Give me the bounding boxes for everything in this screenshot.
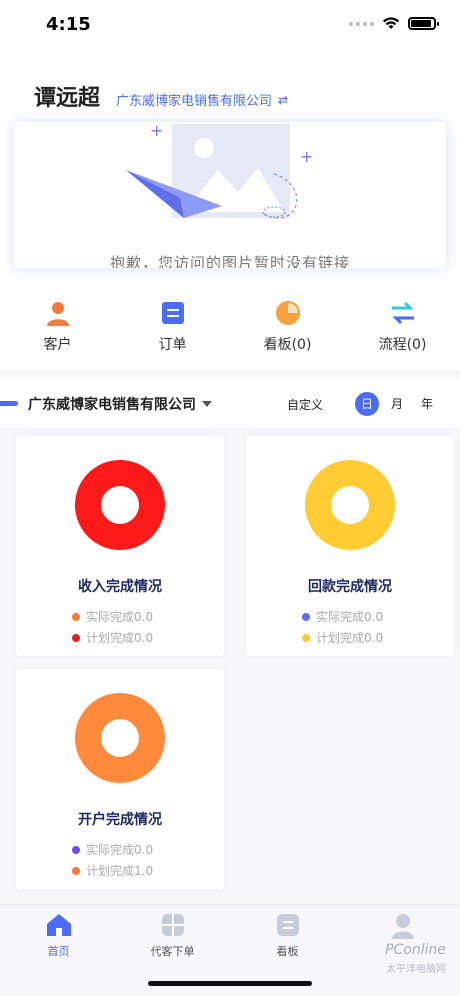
watermark-logo: PConline: [385, 942, 446, 958]
tab-label: 看板: [276, 945, 299, 958]
status-icons: [349, 17, 439, 30]
filter-bar: 广东威博家电销售有限公司 自定义 日 月 年: [0, 378, 460, 428]
svg-text:+: +: [300, 147, 313, 166]
header: 谭远超 广东威博家电销售有限公司 ⇄ + + 抱歉，您访问的图片暂时没有链接 客…: [0, 52, 460, 370]
payment-card[interactable]: 回款完成情况 实际完成0.0 计划完成0.0: [246, 436, 454, 656]
legend-dot: [72, 612, 80, 621]
payment-ring-chart: [305, 460, 395, 550]
home-icon: [46, 914, 71, 936]
quick-nav-label: 订单: [158, 337, 187, 353]
company-name: 广东威博家电销售有限公司: [116, 94, 273, 109]
legend-dot: [302, 633, 310, 642]
tab-place-order[interactable]: 代客下单: [115, 913, 230, 959]
legend-label: 实际完成0.0: [86, 843, 154, 857]
legend-plan: 计划完成0.0: [72, 629, 153, 646]
banner[interactable]: + + 抱歉，您访问的图片暂时没有链接: [14, 122, 446, 268]
company-dropdown[interactable]: 广东威博家电销售有限公司: [28, 394, 212, 414]
legend-label: 实际完成0.0: [316, 610, 384, 624]
range-month-button[interactable]: 月: [385, 392, 409, 416]
range-year-button[interactable]: 年: [415, 392, 439, 416]
account-opening-card[interactable]: 开户完成情况 实际完成0.0 计划完成1.0: [16, 669, 224, 889]
caret-down-icon: [202, 401, 212, 407]
company-dropdown-label: 广东威博家电销售有限公司: [28, 397, 196, 413]
legend-dot: [72, 866, 80, 875]
legend-plan: 计划完成1.0: [72, 862, 153, 879]
quick-nav-label: 流程(0): [378, 337, 427, 353]
quick-nav-label: 客户: [43, 337, 72, 353]
tab-profile[interactable]: [345, 913, 460, 945]
quick-nav-customer[interactable]: 客户: [0, 298, 115, 354]
banner-message: 抱歉，您访问的图片暂时没有链接: [109, 254, 350, 268]
legend-actual: 实际完成0.0: [72, 841, 153, 858]
signal-dots-icon: [349, 21, 374, 26]
card-title: 回款完成情况: [308, 579, 392, 595]
account-opening-ring-chart: [75, 693, 165, 783]
quick-nav: 客户 订单 看板(0) 流程(0): [0, 298, 460, 354]
home-indicator: [148, 981, 312, 986]
process-swap-icon: [388, 298, 418, 328]
range-custom-button[interactable]: 自定义: [287, 396, 323, 413]
quick-nav-dashboard[interactable]: 看板(0): [230, 298, 345, 354]
status-bar: 4:15: [0, 0, 460, 52]
legend-plan: 计划完成0.0: [302, 629, 383, 646]
legend-label: 计划完成0.0: [316, 631, 384, 645]
svg-text:+: +: [150, 122, 163, 140]
legend-dot: [72, 633, 80, 642]
quick-nav-label: 看板(0): [263, 337, 312, 353]
battery-icon: [408, 17, 439, 30]
board-icon: [276, 914, 299, 936]
user-name: 谭远超: [34, 86, 101, 111]
quick-nav-process[interactable]: 流程(0): [345, 298, 460, 354]
legend-actual: 实际完成0.0: [302, 608, 383, 625]
dashboard-pie-icon: [273, 298, 303, 328]
card-title: 收入完成情况: [78, 579, 162, 595]
customer-icon: [43, 298, 73, 328]
tab-label: 代客下单: [150, 945, 195, 958]
legend-label: 计划完成0.0: [86, 631, 154, 645]
range-day-button[interactable]: 日: [355, 392, 379, 416]
legend-dot: [302, 612, 310, 621]
tab-home[interactable]: 首页: [1, 913, 116, 959]
swap-icon: ⇄: [278, 92, 289, 107]
legend-dot: [72, 845, 80, 854]
quick-nav-order[interactable]: 订单: [115, 298, 230, 354]
tab-board[interactable]: 看板: [230, 913, 345, 959]
order-icon: [158, 298, 188, 328]
section-accent: [0, 401, 18, 406]
grid-order-icon: [161, 914, 184, 936]
watermark-subtitle: 太平洋电脑网: [386, 964, 446, 975]
tab-label: 首页: [47, 945, 70, 958]
broken-image-illustration: + +: [126, 122, 313, 219]
legend-label: 计划完成1.0: [86, 864, 154, 878]
wifi-icon: [383, 17, 399, 29]
income-ring-chart: [75, 460, 165, 550]
company-switch-button[interactable]: 广东威博家电销售有限公司 ⇄: [116, 90, 289, 110]
income-card[interactable]: 收入完成情况 实际完成0.0 计划完成0.0: [16, 436, 224, 656]
profile-icon: [391, 914, 414, 939]
status-time: 4:15: [46, 14, 91, 35]
legend-label: 实际完成0.0: [86, 610, 154, 624]
legend-actual: 实际完成0.0: [72, 608, 153, 625]
card-title: 开户完成情况: [78, 812, 162, 828]
